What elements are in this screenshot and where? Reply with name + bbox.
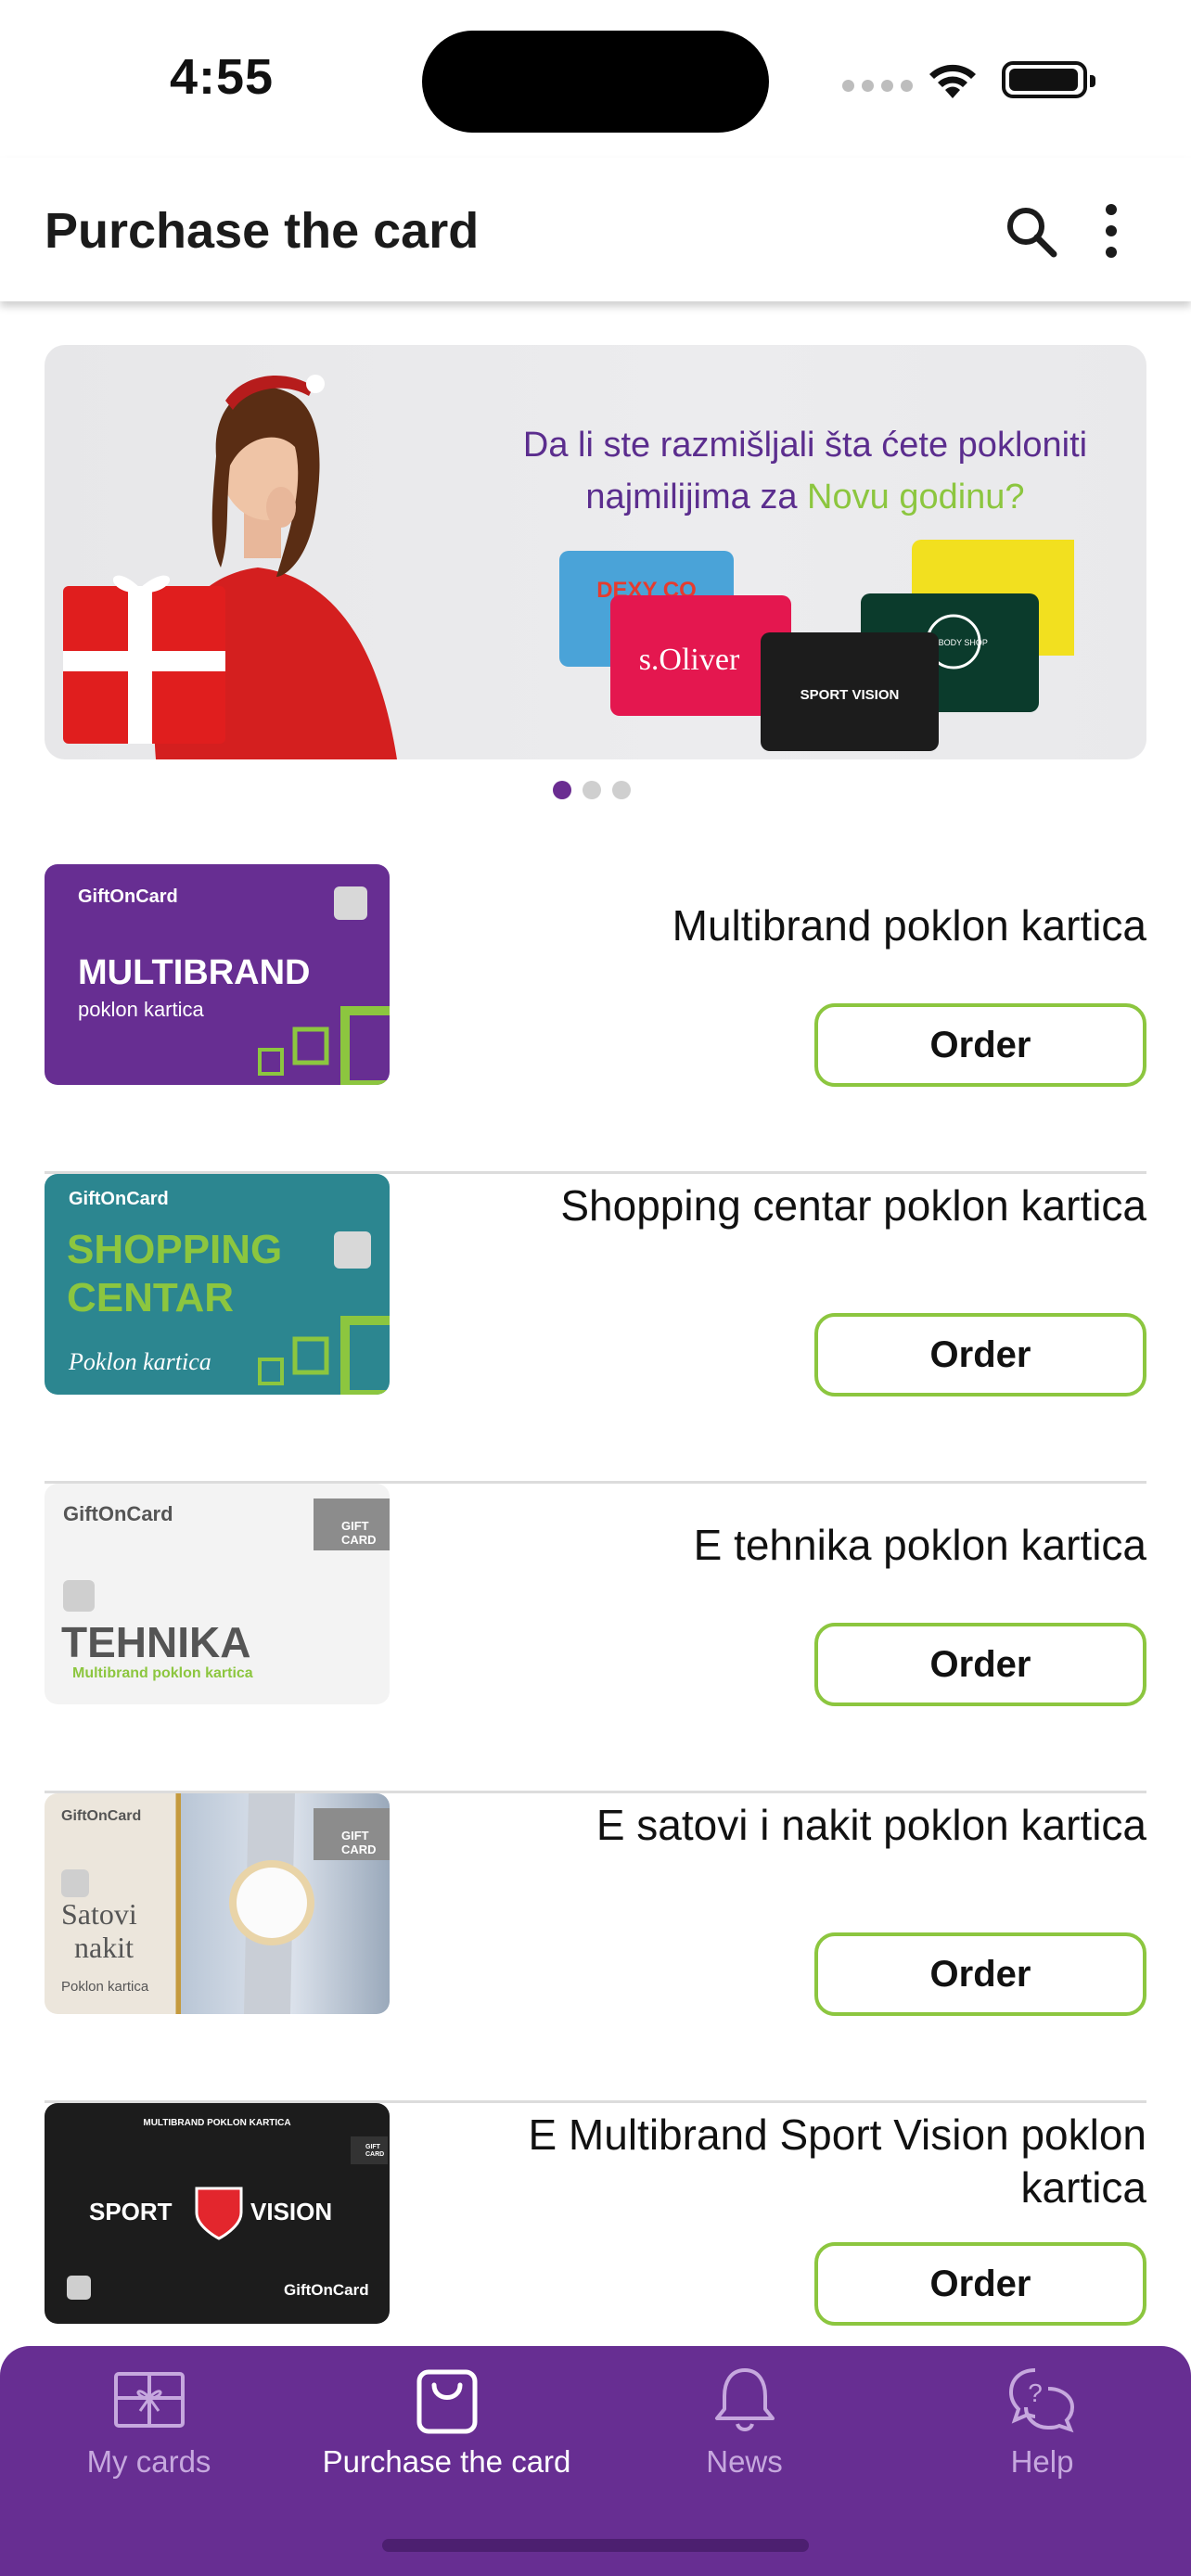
more-vertical-icon[interactable] (1093, 202, 1130, 260)
banner-line1: Da li ste razmišljali šta ćete pokloniti (522, 426, 1088, 465)
wifi-icon (929, 64, 976, 98)
promo-banner[interactable]: Da li ste razmišljali šta ćete pokloniti… (45, 345, 1146, 759)
tab-label: Help (1010, 2444, 1074, 2479)
contactless-badge-icon (334, 1231, 371, 1269)
tab-label: News (706, 2444, 783, 2479)
search-icon[interactable] (1004, 204, 1059, 260)
card-title-line2: VISION (250, 2198, 333, 2225)
banner-card-sportvision: SPORT VISION (800, 687, 900, 703)
banner-headline: Da li ste razmišljali šta ćete pokloniti… (480, 419, 1130, 523)
help-chat-icon: ? (1008, 2368, 1074, 2433)
card-name: E satovi i nakit poklon kartica (596, 1801, 1146, 1849)
banner-card-soliver: s.Oliver (639, 643, 740, 677)
contactless-badge-icon (334, 886, 367, 920)
card-top-label: MULTIBRAND POKLON KARTICA (143, 2118, 291, 2128)
pagination-dot-1[interactable] (553, 781, 571, 799)
dynamic-island (422, 31, 769, 133)
list-item-multibrand[interactable]: GiftOnCard MULTIBRAND poklon kartica Mul… (45, 864, 1146, 1174)
gift-icons-decoration (258, 1006, 390, 1085)
card-subtitle: Multibrand poklon kartica (72, 1665, 253, 1681)
tab-news[interactable]: News (596, 2346, 893, 2513)
card-title-line2: CENTAR (67, 1275, 235, 1320)
tab-help[interactable]: ? Help (893, 2346, 1191, 2513)
card-title-line1: SPORT (89, 2198, 173, 2225)
gift-card-badge: GIFT CARD (314, 1498, 390, 1550)
status-bar: 4:55 (0, 0, 1191, 158)
card-title-line2: nakit (74, 1931, 134, 1964)
order-button-e-satovi-i-nakit[interactable]: Order (814, 1932, 1146, 2016)
tab-label: Purchase the card (322, 2444, 571, 2479)
gift-card-icon (113, 2372, 185, 2428)
order-button-e-tehnika[interactable]: Order (814, 1623, 1146, 1706)
pagination-dot-3[interactable] (612, 781, 631, 799)
card-name: E Multibrand Sport Vision poklon kartica (528, 2111, 1146, 2212)
banner-line2: najmilijima za Novu godinu? (480, 471, 1130, 523)
list-item-e-tehnika[interactable]: GiftOnCard GIFT CARD TEHNIKA Multibrand … (45, 1484, 1146, 1793)
tab-purchase-the-card[interactable]: Purchase the card (298, 2346, 596, 2513)
banner-line2-text: najmilijima za (585, 478, 808, 516)
card-subtitle: Poklon kartica (61, 1979, 149, 1995)
status-time: 4:55 (170, 49, 275, 105)
card-title: TEHNIKA (61, 1618, 251, 1666)
card-brand-logo: GiftOnCard (284, 2281, 369, 2299)
bell-icon (714, 2368, 775, 2431)
home-indicator[interactable] (382, 2539, 809, 2552)
card-thumb-e-satovi-i-nakit: GiftOnCard Satovi nakit Poklon kartica G… (45, 1793, 390, 2014)
app-bar: Purchase the card (0, 158, 1191, 301)
order-button-sport-vision[interactable]: Order (814, 2242, 1146, 2326)
battery-icon (1002, 61, 1095, 98)
gift-card-badge: GIFT CARD (314, 1808, 390, 1860)
card-name: Shopping centar poklon kartica (560, 1181, 1146, 1230)
contactless-badge-icon (61, 1869, 89, 1897)
page-title: Purchase the card (45, 203, 480, 259)
card-thumb-e-tehnika: GiftOnCard GIFT CARD TEHNIKA Multibrand … (45, 1484, 390, 1704)
gift-icons-decoration (258, 1316, 390, 1395)
list-item-e-satovi-i-nakit[interactable]: GiftOnCard Satovi nakit Poklon kartica G… (45, 1793, 1146, 2103)
banner-line2-highlight: Novu godinu? (807, 478, 1025, 516)
card-subtitle: poklon kartica (78, 998, 204, 1021)
card-brand-logo: GiftOnCard (78, 886, 178, 907)
card-brand-logo: GiftOnCard (63, 1502, 173, 1525)
banner-gift-cards-illustration: DEXY CO s.Oliver THE BODY SHOP SPORT VIS… (559, 540, 1074, 751)
card-name: Multibrand poklon kartica (672, 901, 1146, 950)
contactless-badge-icon (67, 2276, 91, 2300)
order-button-shopping-centar[interactable]: Order (814, 1313, 1146, 1396)
svg-text:?: ? (1028, 2378, 1043, 2407)
banner-woman-with-gift-illustration (63, 375, 397, 759)
tab-my-cards[interactable]: My cards (0, 2346, 298, 2513)
card-name: E tehnika poklon kartica (693, 1521, 1146, 1569)
tab-label: My cards (86, 2444, 211, 2479)
card-brand-logo: GiftOnCard (69, 1189, 169, 1209)
card-thumb-sport-vision: MULTIBRAND POKLON KARTICA SPORT VISION G… (45, 2103, 390, 2324)
sport-vision-shield-icon (195, 2187, 243, 2240)
gift-card-badge: GIFT CARD (351, 2136, 388, 2164)
banner-pagination[interactable] (553, 781, 631, 799)
card-title-line1: SHOPPING (67, 1227, 283, 1272)
order-button-multibrand[interactable]: Order (814, 1003, 1146, 1087)
card-subtitle: Poklon kartica (69, 1348, 211, 1375)
contactless-badge-icon (63, 1580, 95, 1612)
cellular-signal-icon (842, 80, 913, 92)
card-thumb-shopping-centar: GiftOnCard SHOPPING CENTAR Poklon kartic… (45, 1174, 390, 1395)
pagination-dot-2[interactable] (583, 781, 601, 799)
card-title-line1: Satovi (61, 1897, 137, 1931)
shopping-bag-icon (416, 2369, 477, 2434)
card-brand-logo: GiftOnCard (61, 1808, 142, 1824)
card-thumb-multibrand: GiftOnCard MULTIBRAND poklon kartica (45, 864, 390, 1085)
list-item-shopping-centar[interactable]: GiftOnCard SHOPPING CENTAR Poklon kartic… (45, 1174, 1146, 1484)
